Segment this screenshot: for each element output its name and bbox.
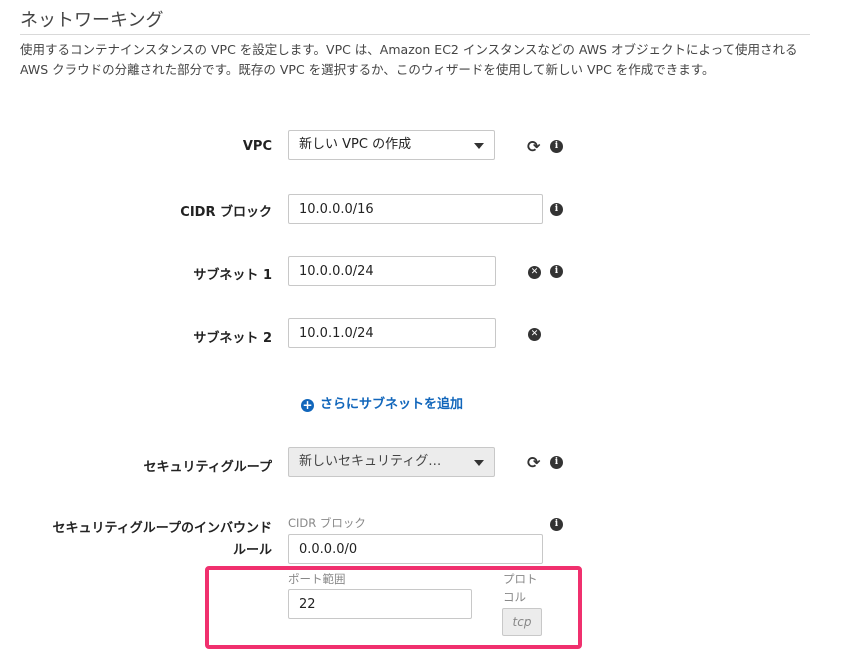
subnet1-label: サブネット 1 [193, 268, 272, 283]
inbound-cidr-label: CIDR ブロック [288, 516, 366, 530]
protocol-field: tcp [502, 608, 542, 636]
info-icon[interactable]: i [550, 265, 563, 278]
inbound-label-line2: ルール [232, 543, 272, 558]
cidr-label: CIDR ブロック [180, 205, 272, 220]
info-icon[interactable]: i [550, 140, 563, 153]
security-group-select-value: 新しいセキュリティグ… [299, 454, 442, 469]
subnet2-input[interactable] [288, 318, 496, 348]
vpc-label: VPC [242, 139, 272, 154]
info-icon[interactable]: i [550, 518, 563, 531]
section-description: 使用するコンテナインスタンスの VPC を設定します。VPC は、Amazon … [20, 42, 798, 77]
plus-circle-icon: + [301, 398, 314, 412]
vpc-select-value: 新しい VPC の作成 [299, 137, 412, 152]
cidr-input[interactable] [288, 194, 543, 224]
section-title: ネットワーキング [20, 10, 164, 31]
vpc-select[interactable]: 新しい VPC の作成 [288, 130, 495, 160]
subnet1-input[interactable] [288, 256, 496, 286]
protocol-label-line1: プロト [503, 572, 538, 586]
port-range-label: ポート範囲 [288, 572, 346, 586]
protocol-label-line2: コル [503, 590, 526, 604]
inbound-label-line1: セキュリティグループのインバウンド [52, 521, 272, 536]
info-icon[interactable]: i [550, 456, 563, 469]
security-group-label: セキュリティグループ [143, 460, 272, 475]
info-icon[interactable]: i [550, 203, 563, 216]
inbound-cidr-input[interactable] [288, 534, 543, 564]
refresh-icon[interactable]: ⟳ [527, 455, 540, 471]
remove-icon[interactable]: ✕ [528, 266, 541, 279]
refresh-icon[interactable]: ⟳ [527, 139, 540, 155]
chevron-down-icon [474, 460, 484, 466]
add-subnet-label: さらにサブネットを追加 [320, 397, 464, 412]
chevron-down-icon [474, 143, 484, 149]
section-divider [20, 34, 810, 35]
add-subnet-link[interactable]: + さらにサブネットを追加 [301, 393, 463, 412]
security-group-select[interactable]: 新しいセキュリティグ… [288, 447, 495, 477]
remove-icon[interactable]: ✕ [528, 328, 541, 341]
subnet2-label: サブネット 2 [193, 331, 272, 346]
port-range-input[interactable] [288, 589, 472, 619]
